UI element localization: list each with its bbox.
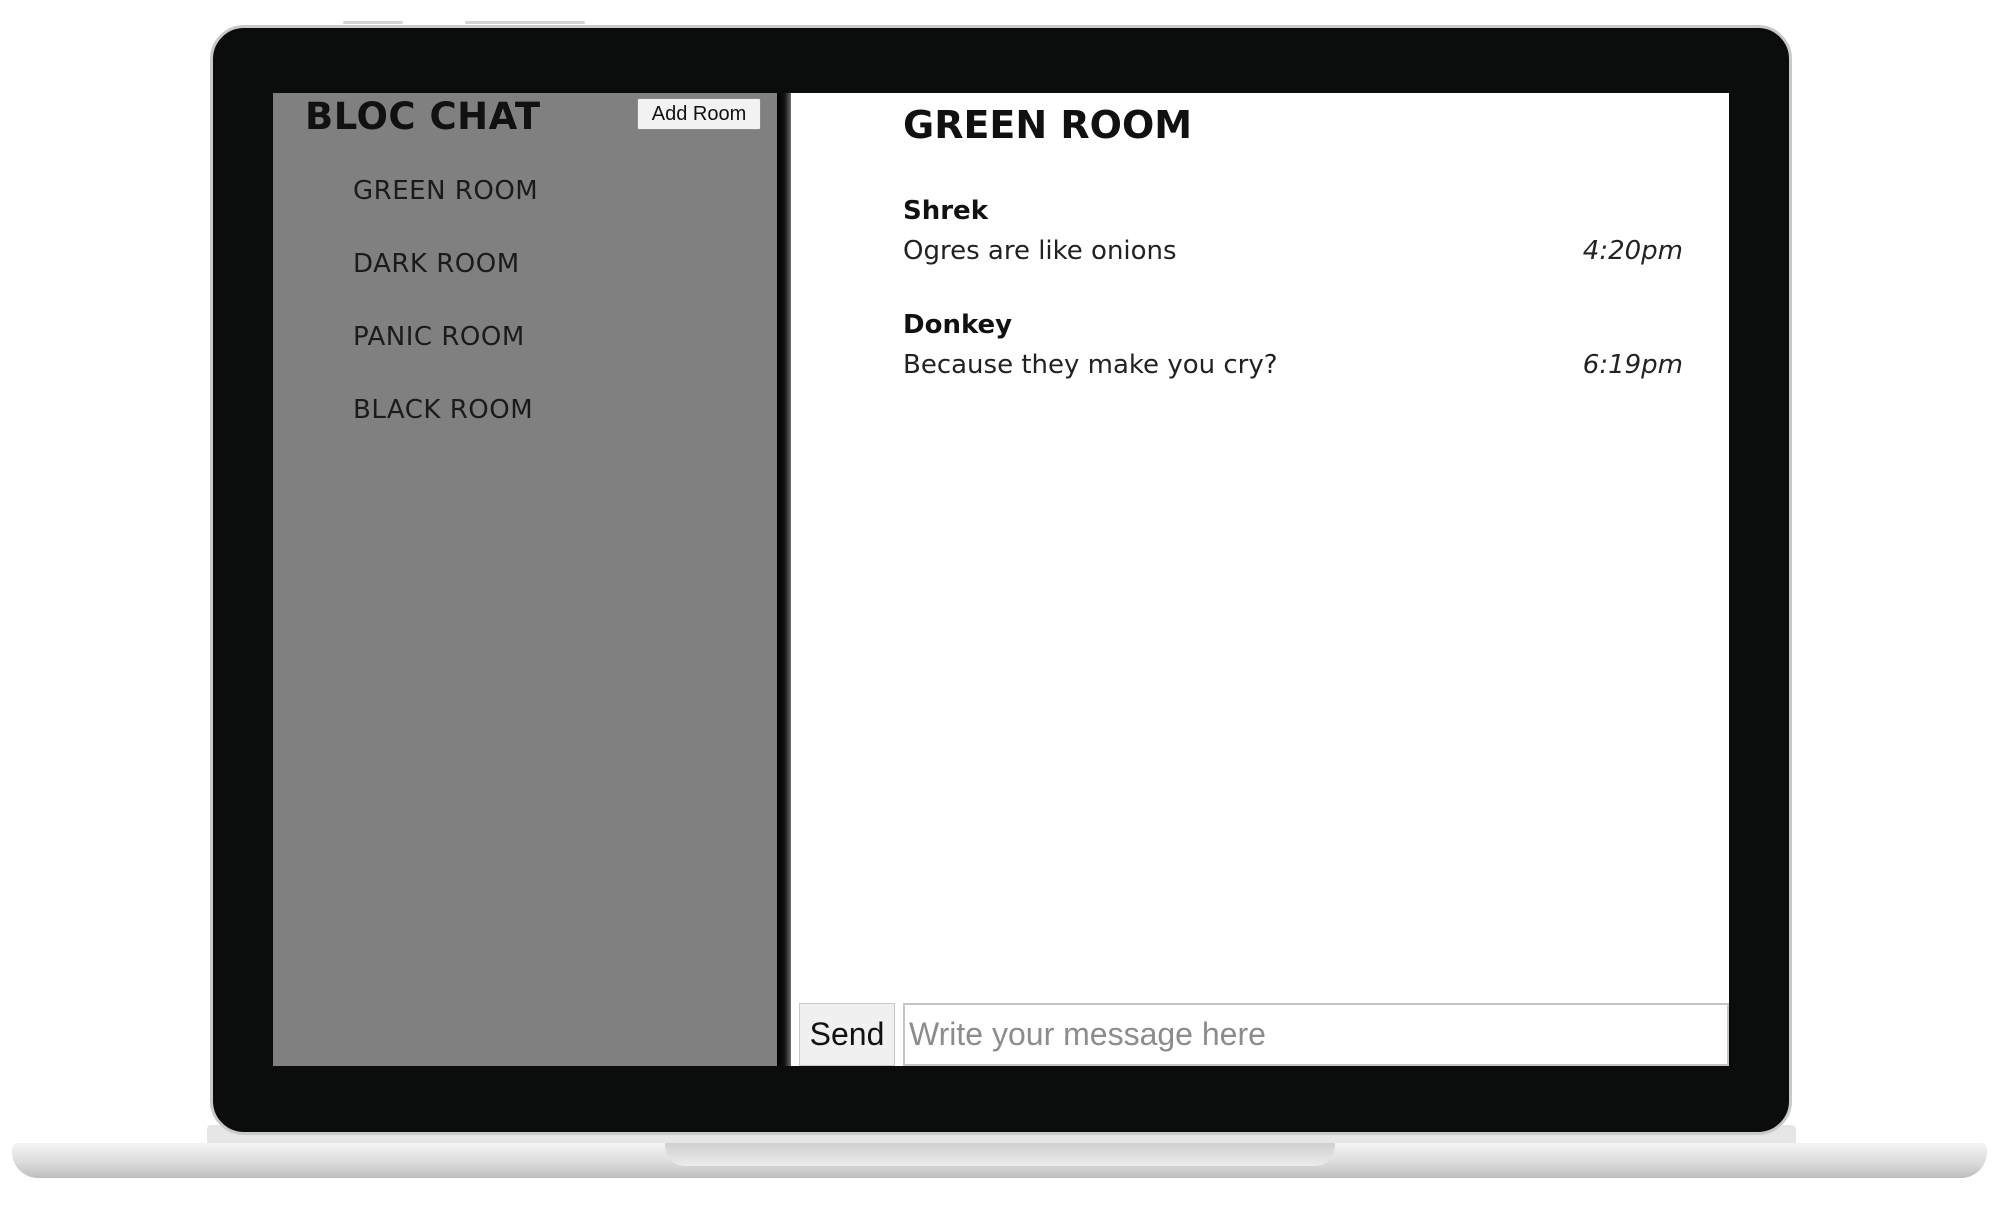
message-text: Ogres are like onions <box>903 236 1177 266</box>
app-screen: BLOC CHAT Add Room GREEN ROOM DARK ROOM … <box>273 93 1729 1066</box>
room-title: GREEN ROOM <box>903 103 1193 147</box>
message-timestamp: 4:20pm <box>1582 236 1683 266</box>
message-text: Because they make you cry? <box>903 350 1278 380</box>
add-room-button[interactable]: Add Room <box>637 98 761 130</box>
message-list: Shrek Ogres are like onions 4:20pm Donke… <box>903 195 1683 423</box>
laptop-notch <box>665 1143 1335 1166</box>
lid-hinge-left <box>343 21 403 24</box>
room-list: GREEN ROOM DARK ROOM PANIC ROOM BLACK RO… <box>353 177 538 469</box>
room-item-dark[interactable]: DARK ROOM <box>353 250 538 323</box>
message-username: Shrek <box>903 196 988 226</box>
message-input[interactable] <box>903 1003 1729 1066</box>
panel-divider <box>777 93 791 1066</box>
app-title: BLOC CHAT <box>305 95 541 138</box>
message-username: Donkey <box>903 310 1013 340</box>
room-item-black[interactable]: BLACK ROOM <box>353 396 538 469</box>
message-timestamp: 6:19pm <box>1582 350 1683 380</box>
sidebar: BLOC CHAT Add Room GREEN ROOM DARK ROOM … <box>273 93 777 1066</box>
message-composer: Send <box>796 1003 1729 1066</box>
message-item: Shrek Ogres are like onions 4:20pm <box>903 195 1683 309</box>
message-item: Donkey Because they make you cry? 6:19pm <box>903 309 1683 423</box>
send-button[interactable]: Send <box>799 1003 895 1066</box>
lid-hinge-right <box>465 21 585 24</box>
room-item-panic[interactable]: PANIC ROOM <box>353 323 538 396</box>
room-item-green[interactable]: GREEN ROOM <box>353 177 538 250</box>
